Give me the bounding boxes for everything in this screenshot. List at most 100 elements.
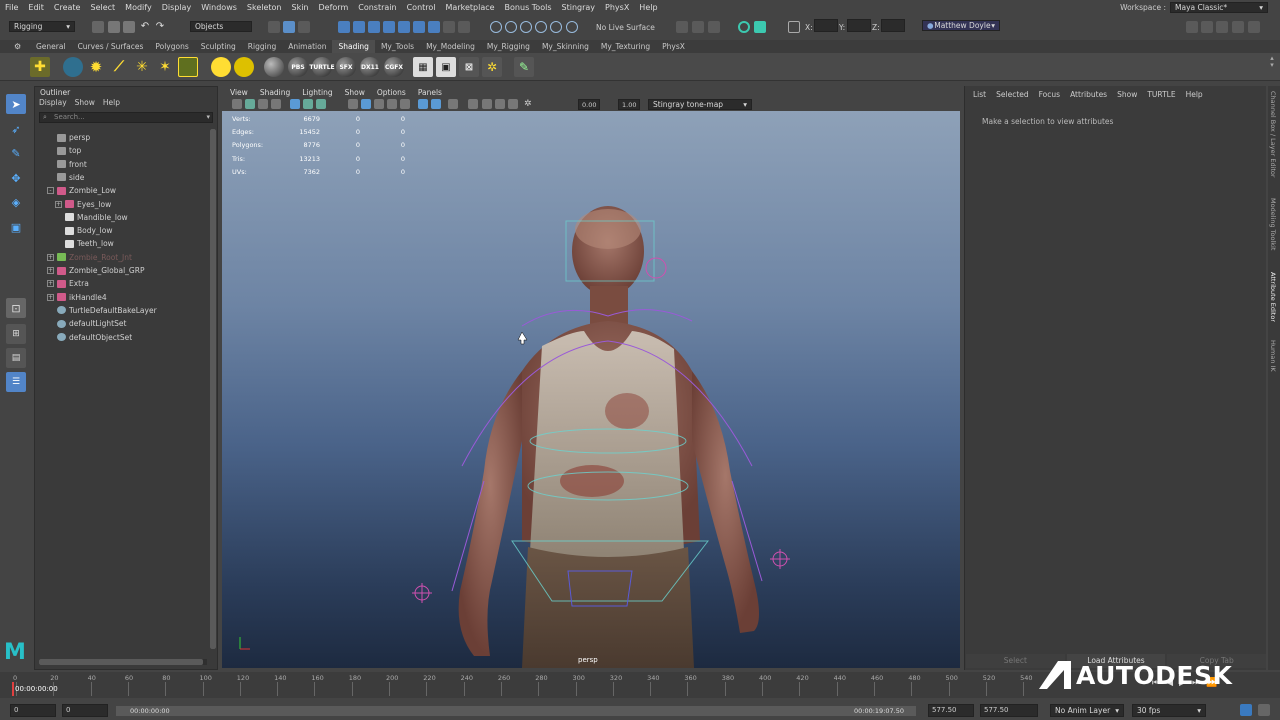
batch-render-icon[interactable]: ⊠ (459, 57, 479, 77)
select-tool-icon[interactable]: ➤ (6, 94, 26, 114)
menu-bonus-tools[interactable]: Bonus Tools (500, 3, 557, 12)
menu-windows[interactable]: Windows (196, 3, 242, 12)
wireframe-on-shaded-icon[interactable] (374, 99, 384, 109)
animation-preferences-icon[interactable] (1258, 704, 1270, 716)
layer-editor-icon[interactable] (1248, 21, 1260, 33)
animation-start-field[interactable]: 0 (10, 704, 56, 717)
outliner-row[interactable]: + ikHandle4 (47, 291, 107, 304)
ae-menu-help[interactable]: Help (1186, 90, 1203, 99)
textured-icon[interactable] (387, 99, 397, 109)
outliner-row[interactable]: + Extra (47, 277, 89, 290)
pbs-material-icon[interactable]: PBS (288, 57, 308, 77)
xray-joints-icon[interactable] (482, 99, 492, 109)
attribute-editor-icon[interactable] (1201, 21, 1213, 33)
fps-dropdown[interactable]: 30 fps ▾ (1132, 704, 1206, 717)
redo-icon[interactable]: ↷ (154, 21, 166, 33)
ipr-icon[interactable]: ✲ (482, 57, 502, 77)
snap-grid-icon[interactable] (338, 21, 350, 33)
range-slider[interactable]: 00:00:00:00 00:00:19:07.50 (116, 706, 916, 716)
render-frame-icon[interactable]: ▣ (436, 57, 456, 77)
menu-deform[interactable]: Deform (314, 3, 354, 12)
outliner-row[interactable]: front (47, 158, 87, 171)
exposure-field[interactable]: 0.00 (578, 99, 600, 110)
blinn-material-icon[interactable] (264, 57, 284, 77)
outliner-row[interactable]: + Zombie_Global_GRP (47, 264, 144, 277)
camera-select-icon[interactable] (232, 99, 242, 109)
pause-viewport-icon[interactable] (754, 21, 766, 33)
render-icon[interactable] (505, 21, 517, 33)
shelf-tab-polygons[interactable]: Polygons (149, 40, 194, 53)
current-time-marker[interactable] (12, 682, 14, 696)
dx11-material-icon[interactable]: DX11 (360, 57, 380, 77)
ae-menu-selected[interactable]: Selected (996, 90, 1029, 99)
viewport-menu-lighting[interactable]: Lighting (302, 88, 332, 97)
shelf-tab-my-rigging[interactable]: My_Rigging (481, 40, 536, 53)
menu-constrain[interactable]: Constrain (353, 3, 401, 12)
undo-icon[interactable]: ↶ (139, 21, 151, 33)
outliner-row[interactable]: side (47, 171, 84, 184)
transform-mode-icon[interactable] (788, 21, 800, 33)
snap-surface-icon[interactable] (398, 21, 410, 33)
render-settings-icon[interactable] (535, 21, 547, 33)
wireframe-icon[interactable] (348, 99, 358, 109)
new-scene-icon[interactable] (92, 21, 104, 33)
expand-icon[interactable]: + (47, 293, 54, 301)
viewport-menu-shading[interactable]: Shading (260, 88, 290, 97)
shelf-tab-curves-surfaces[interactable]: Curves / Surfaces (72, 40, 150, 53)
grid-icon[interactable] (290, 99, 300, 109)
four-view-layout-icon[interactable]: ⊞ (6, 324, 26, 344)
single-perspective-layout-icon[interactable]: ⊡ (6, 298, 26, 318)
playback-end-field[interactable]: 577.50 (928, 704, 974, 717)
symmetry-icon[interactable] (676, 21, 688, 33)
menu-select[interactable]: Select (85, 3, 120, 12)
save-scene-icon[interactable] (123, 21, 135, 33)
persp-outliner-layout-icon[interactable]: ▤ (6, 348, 26, 368)
viewport-3d[interactable]: Verts: 6679 0 0 Edges: 15452 0 0 Polygons: 8776 0 0… (222, 111, 960, 668)
ae-menu-turtle[interactable]: TURTLE (1147, 90, 1175, 99)
shelf-tab-my-skinning[interactable]: My_Skinning (536, 40, 595, 53)
ae-menu-show[interactable]: Show (1117, 90, 1137, 99)
shelf-tab-my-modeling[interactable]: My_Modeling (420, 40, 481, 53)
menu-display[interactable]: Display (157, 3, 197, 12)
lights-icon[interactable] (400, 99, 410, 109)
z-field[interactable] (881, 19, 905, 32)
outliner-search-input[interactable]: ⌕ Search... ▾ (39, 112, 213, 123)
shelf-tab-shading[interactable]: Shading (332, 40, 375, 53)
menu-stingray[interactable]: Stingray (557, 3, 601, 12)
resolution-gate-icon[interactable] (316, 99, 326, 109)
ambient-occlusion-icon[interactable] (431, 99, 441, 109)
viewport-menu-show[interactable]: Show (345, 88, 365, 97)
outliner-layout-icon[interactable]: ☰ (6, 372, 26, 392)
xray-icon[interactable] (468, 99, 478, 109)
snap-view-icon[interactable] (383, 21, 395, 33)
bookmarks-icon[interactable] (258, 99, 268, 109)
ae-menu-list[interactable]: List (973, 90, 986, 99)
soft-select-icon[interactable] (692, 21, 704, 33)
menu-modify[interactable]: Modify (120, 3, 157, 12)
menu-physx[interactable]: PhysX (600, 3, 634, 12)
outliner-row[interactable]: Teeth_low (55, 237, 114, 250)
menu-help[interactable]: Help (634, 3, 662, 12)
paint-select-tool-icon[interactable]: ✎ (6, 143, 26, 163)
construction-history-icon[interactable] (566, 21, 578, 33)
gamma-field[interactable]: 1.00 (618, 99, 640, 110)
menu-set-dropdown[interactable]: Rigging ▾ (9, 21, 75, 32)
point-light-icon[interactable]: ✹ (86, 57, 106, 77)
shelf-tab-rigging[interactable]: Rigging (242, 40, 282, 53)
menu-skeleton[interactable]: Skeleton (242, 3, 287, 12)
tab-human-ik[interactable]: Human IK (1269, 340, 1277, 372)
open-scene-icon[interactable] (108, 21, 120, 33)
xray-active-icon[interactable] (495, 99, 505, 109)
move-tool-icon[interactable]: ✥ (6, 168, 26, 188)
lasso-tool-icon[interactable]: ➶ (6, 119, 26, 139)
outliner-menu-help[interactable]: Help (103, 98, 120, 110)
outliner-vscroll-thumb[interactable] (210, 129, 216, 649)
spot-light-icon[interactable]: ✳ (132, 57, 152, 77)
smooth-shade-icon[interactable] (361, 99, 371, 109)
lambert-material-icon[interactable] (234, 57, 254, 77)
shelf-tab-my-texturing[interactable]: My_Texturing (595, 40, 656, 53)
ipr-render-icon[interactable] (520, 21, 532, 33)
shelf-tab-animation[interactable]: Animation (282, 40, 332, 53)
directional-light-icon[interactable]: ⟋ (109, 57, 129, 77)
menu-control[interactable]: Control (402, 3, 441, 12)
